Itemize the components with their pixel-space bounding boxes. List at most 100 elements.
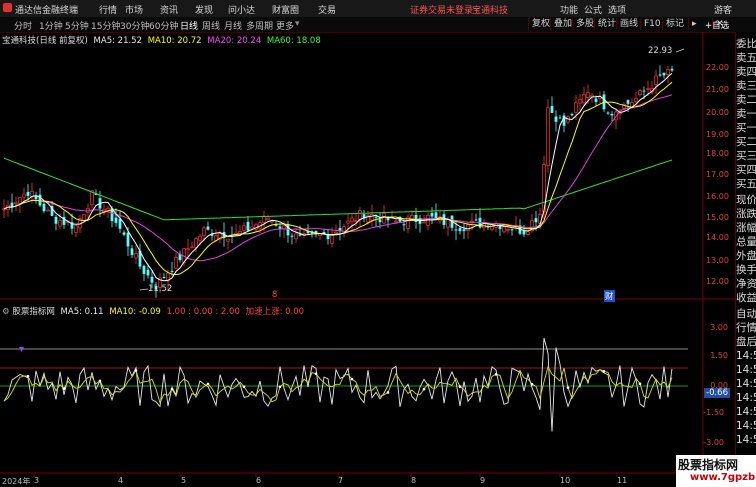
candle-body[interactable] — [550, 106, 554, 113]
candle-body[interactable] — [582, 93, 586, 104]
menu-wenxiaoda[interactable]: 问小达 — [228, 3, 255, 16]
candle-body[interactable] — [118, 218, 122, 229]
candle-body[interactable] — [150, 276, 154, 283]
candle-body[interactable] — [54, 216, 58, 224]
candle-body[interactable] — [330, 234, 334, 244]
tab-15min[interactable]: 15分钟 — [91, 19, 120, 32]
candle-body[interactable] — [142, 265, 146, 274]
tab-daily[interactable]: 日线 — [180, 19, 198, 32]
candle-body[interactable] — [74, 225, 78, 233]
candle-body[interactable] — [130, 248, 134, 255]
candle-body[interactable] — [394, 220, 398, 223]
candle-body[interactable] — [402, 224, 406, 226]
event-marker-cai[interactable]: 财 — [604, 290, 615, 302]
menu-caifuquan[interactable]: 财富圈 — [272, 3, 299, 16]
candle-body[interactable] — [162, 277, 166, 279]
candle-body[interactable] — [290, 235, 294, 237]
menu-jiaoyi[interactable]: 交易 — [318, 3, 336, 16]
candle-body[interactable] — [558, 117, 562, 119]
tool-huaxian[interactable]: 画线 — [616, 18, 641, 30]
candle-body[interactable] — [610, 113, 614, 116]
sidebar-toggle-icon[interactable]: ▸ — [688, 18, 700, 30]
candle-body[interactable] — [134, 252, 138, 259]
candle-body[interactable] — [170, 270, 174, 272]
event-marker-8[interactable]: 8 — [272, 290, 277, 300]
candle-body[interactable] — [18, 197, 22, 204]
candle-body[interactable] — [454, 229, 458, 231]
tab-more[interactable]: 更多 — [276, 19, 294, 32]
candle-body[interactable] — [82, 214, 86, 221]
tool-biaoji[interactable]: 标记 — [662, 18, 687, 30]
candle-body[interactable] — [202, 227, 206, 237]
candle-body[interactable] — [298, 234, 302, 236]
tab-60min[interactable]: 60分钟 — [149, 19, 178, 32]
candle-body[interactable] — [186, 248, 190, 251]
candle-body[interactable] — [242, 225, 246, 231]
candle-body[interactable] — [126, 232, 130, 247]
candle-body[interactable] — [226, 238, 230, 242]
candle-body[interactable] — [670, 68, 674, 71]
candle-body[interactable] — [122, 232, 126, 235]
candle-body[interactable] — [570, 114, 574, 116]
candle-body[interactable] — [430, 213, 434, 217]
candle-body[interactable] — [474, 219, 478, 221]
candle-body[interactable] — [266, 217, 270, 221]
candle-body[interactable] — [662, 72, 666, 76]
candle-body[interactable] — [354, 220, 358, 223]
menu-gongneng[interactable]: 功能 — [560, 3, 578, 16]
candle-body[interactable] — [114, 217, 118, 223]
candle-body[interactable] — [278, 226, 282, 229]
candle-body[interactable] — [642, 90, 646, 92]
candle-body[interactable] — [58, 220, 62, 227]
candle-body[interactable] — [46, 209, 50, 212]
candle-body[interactable] — [350, 217, 354, 223]
candle-body[interactable] — [646, 88, 650, 91]
guest-label[interactable]: 游客 — [714, 3, 732, 16]
candle-body[interactable] — [638, 90, 642, 96]
candle-body[interactable] — [206, 226, 210, 230]
menu-gongshi[interactable]: 公式 — [584, 3, 602, 16]
tab-weekly[interactable]: 周线 — [202, 19, 220, 32]
candle-body[interactable] — [506, 229, 510, 231]
candle-body[interactable] — [534, 218, 538, 223]
candle-body[interactable] — [174, 256, 178, 269]
auto-label[interactable]: 自动 — [736, 308, 756, 320]
candle-body[interactable] — [434, 212, 438, 219]
candle-body[interactable] — [346, 220, 350, 224]
candle-body[interactable] — [198, 235, 202, 241]
candle-body[interactable] — [446, 219, 450, 228]
candle-body[interactable] — [634, 98, 638, 103]
candle-body[interactable] — [578, 98, 582, 104]
candle-body[interactable] — [194, 238, 198, 248]
candle-body[interactable] — [334, 231, 338, 234]
candle-body[interactable] — [526, 231, 530, 235]
tab-multi-period[interactable]: 多周期 — [246, 19, 273, 32]
candle-body[interactable] — [606, 112, 610, 114]
candle-body[interactable] — [658, 74, 662, 76]
tab-30min[interactable]: 30分钟 — [120, 19, 149, 32]
candle-body[interactable] — [510, 229, 514, 231]
menu-faxian[interactable]: 发现 — [195, 3, 213, 16]
candle-body[interactable] — [666, 69, 670, 75]
candle-body[interactable] — [2, 208, 6, 211]
candle-body[interactable] — [190, 246, 194, 249]
candle-body[interactable] — [370, 214, 374, 221]
candle-body[interactable] — [294, 233, 298, 240]
tool-f10[interactable]: F10 — [640, 18, 664, 30]
sub-legend-gear-icon[interactable]: ⚙ — [2, 307, 10, 317]
candle-body[interactable] — [626, 100, 630, 104]
candle-body[interactable] — [42, 203, 46, 212]
candle-body[interactable] — [654, 75, 658, 85]
candle-body[interactable] — [574, 102, 578, 113]
candle-body[interactable] — [466, 224, 470, 231]
add-favorite-button-2[interactable]: +自选 — [705, 19, 729, 31]
candle-body[interactable] — [554, 116, 558, 122]
candle-body[interactable] — [374, 216, 378, 218]
kline-chart-area[interactable] — [0, 32, 735, 487]
menu-xuanxiang[interactable]: 选项 — [608, 3, 626, 16]
login-notice[interactable]: 证券交易未登录 — [410, 3, 473, 16]
candle-body[interactable] — [422, 221, 426, 224]
menu-hangqing[interactable]: 行情 — [99, 3, 117, 16]
candle-body[interactable] — [462, 229, 466, 232]
candle-body[interactable] — [586, 92, 590, 98]
